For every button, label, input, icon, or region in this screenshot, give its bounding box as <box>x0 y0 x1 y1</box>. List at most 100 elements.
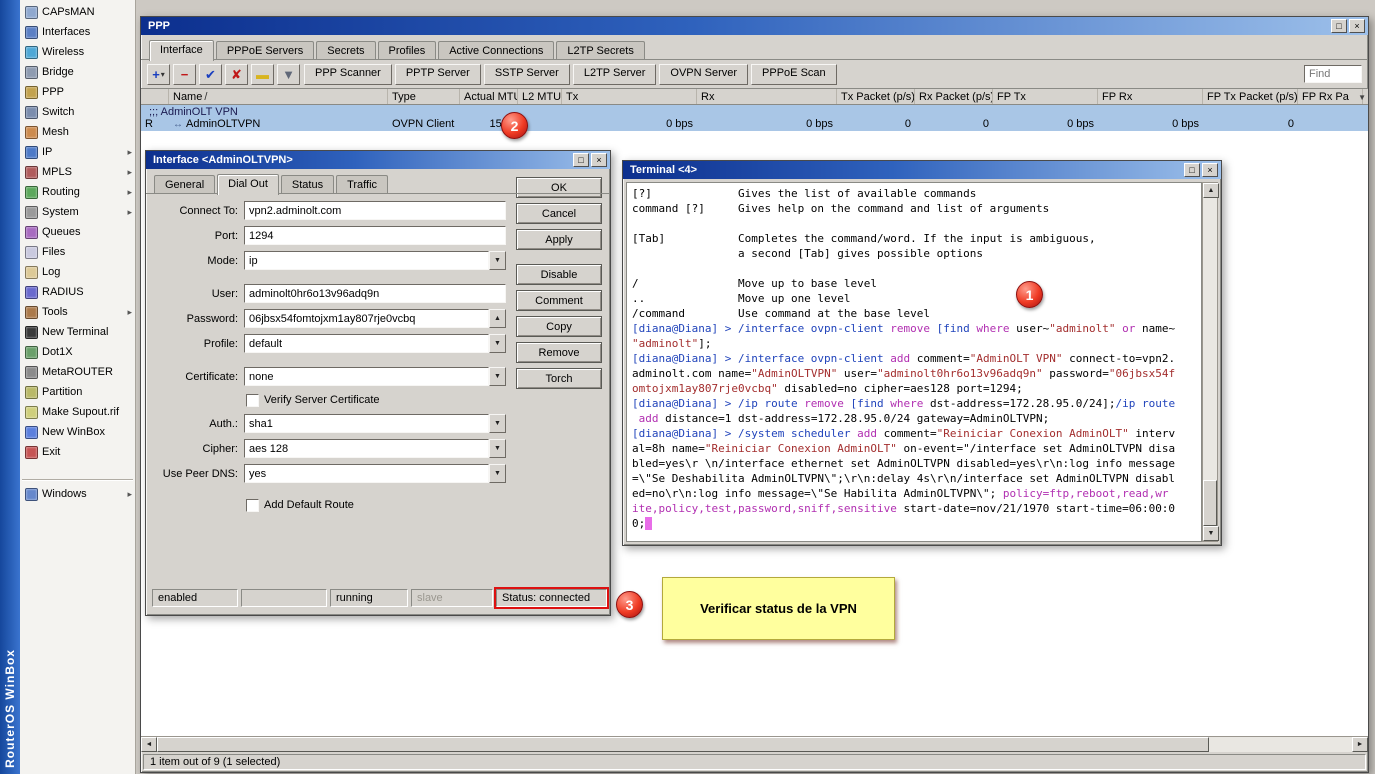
terminal-output[interactable]: [?] Gives the list of available commands… <box>626 182 1202 542</box>
dropdown-button[interactable]: ▼ <box>489 367 506 386</box>
toolbar-button-ovpn-server[interactable]: OVPN Server <box>659 64 748 85</box>
sidebar-item-ppp[interactable]: PPP <box>20 82 135 102</box>
close-button[interactable]: × <box>591 153 607 167</box>
disable-button[interactable]: ✘ <box>225 64 248 85</box>
scroll-thumb[interactable] <box>1203 480 1217 526</box>
scroll-thumb[interactable] <box>157 737 1209 752</box>
dropdown-button[interactable]: ▼ <box>489 439 506 458</box>
sidebar-item-partition[interactable]: Partition <box>20 382 135 402</box>
maximize-button[interactable]: □ <box>1331 19 1347 33</box>
column-header-fp-rx[interactable]: FP Rx <box>1098 89 1203 104</box>
torch-button[interactable]: Torch <box>516 368 602 389</box>
ok-button[interactable]: OK <box>516 177 602 198</box>
column-header-tx-packet-p-s[interactable]: Tx Packet (p/s) <box>837 89 915 104</box>
remove-button[interactable]: − <box>173 64 196 85</box>
mode-input[interactable]: ip <box>244 251 489 270</box>
interface-row[interactable]: R↔AdminOLTVPNOVPN Client15000 bps0 bps00… <box>141 118 1368 131</box>
tab-pppoe-servers[interactable]: PPPoE Servers <box>216 41 314 60</box>
column-header-l2-mtu[interactable]: L2 MTU <box>518 89 562 104</box>
sidebar-item-wireless[interactable]: Wireless <box>20 42 135 62</box>
checkbox-add-default-route[interactable] <box>246 499 259 512</box>
column-header-fp-rx-pa[interactable]: FP Rx Pa <box>1298 89 1363 104</box>
column-header-rx-packet-p-s[interactable]: Rx Packet (p/s) <box>915 89 993 104</box>
disable-button[interactable]: Disable <box>516 264 602 285</box>
sidebar-item-mesh[interactable]: Mesh <box>20 122 135 142</box>
dropdown-button[interactable]: ▼ <box>489 414 506 433</box>
maximize-button[interactable]: □ <box>1184 163 1200 177</box>
sidebar-item-make-supout-rif[interactable]: Make Supout.rif <box>20 402 135 422</box>
sidebar-item-mpls[interactable]: MPLS▸ <box>20 162 135 182</box>
sidebar-item-files[interactable]: Files <box>20 242 135 262</box>
column-header-tx[interactable]: Tx <box>562 89 697 104</box>
dialog-tab-traffic[interactable]: Traffic <box>336 175 388 194</box>
toolbar-button-pptp-server[interactable]: PPTP Server <box>395 64 481 85</box>
tab-l2tp-secrets[interactable]: L2TP Secrets <box>556 41 644 60</box>
certificate-input[interactable]: none <box>244 367 489 386</box>
terminal-titlebar[interactable]: Terminal <4> □ × <box>623 161 1221 179</box>
remove-button[interactable]: Remove <box>516 342 602 363</box>
tab-interface[interactable]: Interface <box>149 40 214 61</box>
dropdown-button[interactable]: ▼ <box>489 464 506 483</box>
connect-to-input[interactable]: vpn2.adminolt.com <box>244 201 506 220</box>
horizontal-scrollbar[interactable]: ◄ ► <box>141 736 1368 752</box>
column-header-actual-mtu[interactable]: Actual MTU <box>460 89 518 104</box>
close-button[interactable]: × <box>1349 19 1365 33</box>
toolbar-button-ppp-scanner[interactable]: PPP Scanner <box>304 64 392 85</box>
find-input[interactable] <box>1304 65 1362 83</box>
column-header-name[interactable]: Name / <box>169 89 388 104</box>
maximize-button[interactable]: □ <box>573 153 589 167</box>
sidebar-item-dot1x[interactable]: Dot1X <box>20 342 135 362</box>
sidebar-item-interfaces[interactable]: Interfaces <box>20 22 135 42</box>
checkbox-verify-server-certificate[interactable] <box>246 394 259 407</box>
column-selector-icon[interactable]: ▼ <box>1358 93 1366 102</box>
tab-profiles[interactable]: Profiles <box>378 41 437 60</box>
sidebar-item-system[interactable]: System▸ <box>20 202 135 222</box>
sidebar-item-exit[interactable]: Exit <box>20 442 135 462</box>
enable-button[interactable]: ✔ <box>199 64 222 85</box>
column-header-flag[interactable] <box>141 89 169 104</box>
interface-comment-row[interactable]: ;;; AdminOLT VPN <box>141 105 1368 118</box>
sidebar-item-bridge[interactable]: Bridge <box>20 62 135 82</box>
close-button[interactable]: × <box>1202 163 1218 177</box>
dialog-tab-general[interactable]: General <box>154 175 215 194</box>
cancel-button[interactable]: Cancel <box>516 203 602 224</box>
sidebar-item-new-terminal[interactable]: New Terminal <box>20 322 135 342</box>
dialog-titlebar[interactable]: Interface <AdminOLTVPN> □ × <box>146 151 610 169</box>
sidebar-item-new-winbox[interactable]: New WinBox <box>20 422 135 442</box>
sidebar-item-switch[interactable]: Switch <box>20 102 135 122</box>
profile-input[interactable]: default <box>244 334 489 353</box>
sidebar-item-ip[interactable]: IP▸ <box>20 142 135 162</box>
sidebar-item-capsman[interactable]: CAPsMAN <box>20 2 135 22</box>
user-input[interactable]: adminolt0hr6o13v96adq9n <box>244 284 506 303</box>
cipher-input[interactable]: aes 128 <box>244 439 489 458</box>
column-header-type[interactable]: Type <box>388 89 460 104</box>
comment-button[interactable]: ▬ <box>251 64 274 85</box>
toolbar-button-sstp-server[interactable]: SSTP Server <box>484 64 570 85</box>
sidebar-item-windows[interactable]: Windows ▸ <box>20 484 135 504</box>
add-button[interactable]: +▾ <box>147 64 170 85</box>
tab-secrets[interactable]: Secrets <box>316 41 375 60</box>
sidebar-item-queues[interactable]: Queues <box>20 222 135 242</box>
dialog-tab-dial-out[interactable]: Dial Out <box>217 174 279 195</box>
apply-button[interactable]: Apply <box>516 229 602 250</box>
terminal-scrollbar[interactable]: ▲ ▼ <box>1202 182 1218 542</box>
sidebar-item-log[interactable]: Log <box>20 262 135 282</box>
sidebar-item-metarouter[interactable]: MetaROUTER <box>20 362 135 382</box>
column-header-fp-tx-packet-p-s[interactable]: FP Tx Packet (p/s) <box>1203 89 1298 104</box>
password-input[interactable]: 06jbsx54fomtojxm1ay807rje0vcbq <box>244 309 489 328</box>
scroll-track[interactable] <box>1203 198 1217 526</box>
filter-button[interactable]: ▼ <box>277 64 300 85</box>
use-peer-dns-input[interactable]: yes <box>244 464 489 483</box>
toolbar-button-pppoe-scan[interactable]: PPPoE Scan <box>751 64 837 85</box>
sidebar-item-tools[interactable]: Tools▸ <box>20 302 135 322</box>
scroll-up-icon[interactable]: ▲ <box>1203 183 1219 198</box>
auth-input[interactable]: sha1 <box>244 414 489 433</box>
column-header-fp-tx[interactable]: FP Tx <box>993 89 1098 104</box>
sidebar-item-radius[interactable]: RADIUS <box>20 282 135 302</box>
dropdown-button[interactable]: ▼ <box>489 334 506 353</box>
toolbar-button-l2tp-server[interactable]: L2TP Server <box>573 64 657 85</box>
column-header-rx[interactable]: Rx <box>697 89 837 104</box>
scroll-left-icon[interactable]: ◄ <box>141 737 157 752</box>
copy-button[interactable]: Copy <box>516 316 602 337</box>
sidebar-item-routing[interactable]: Routing▸ <box>20 182 135 202</box>
